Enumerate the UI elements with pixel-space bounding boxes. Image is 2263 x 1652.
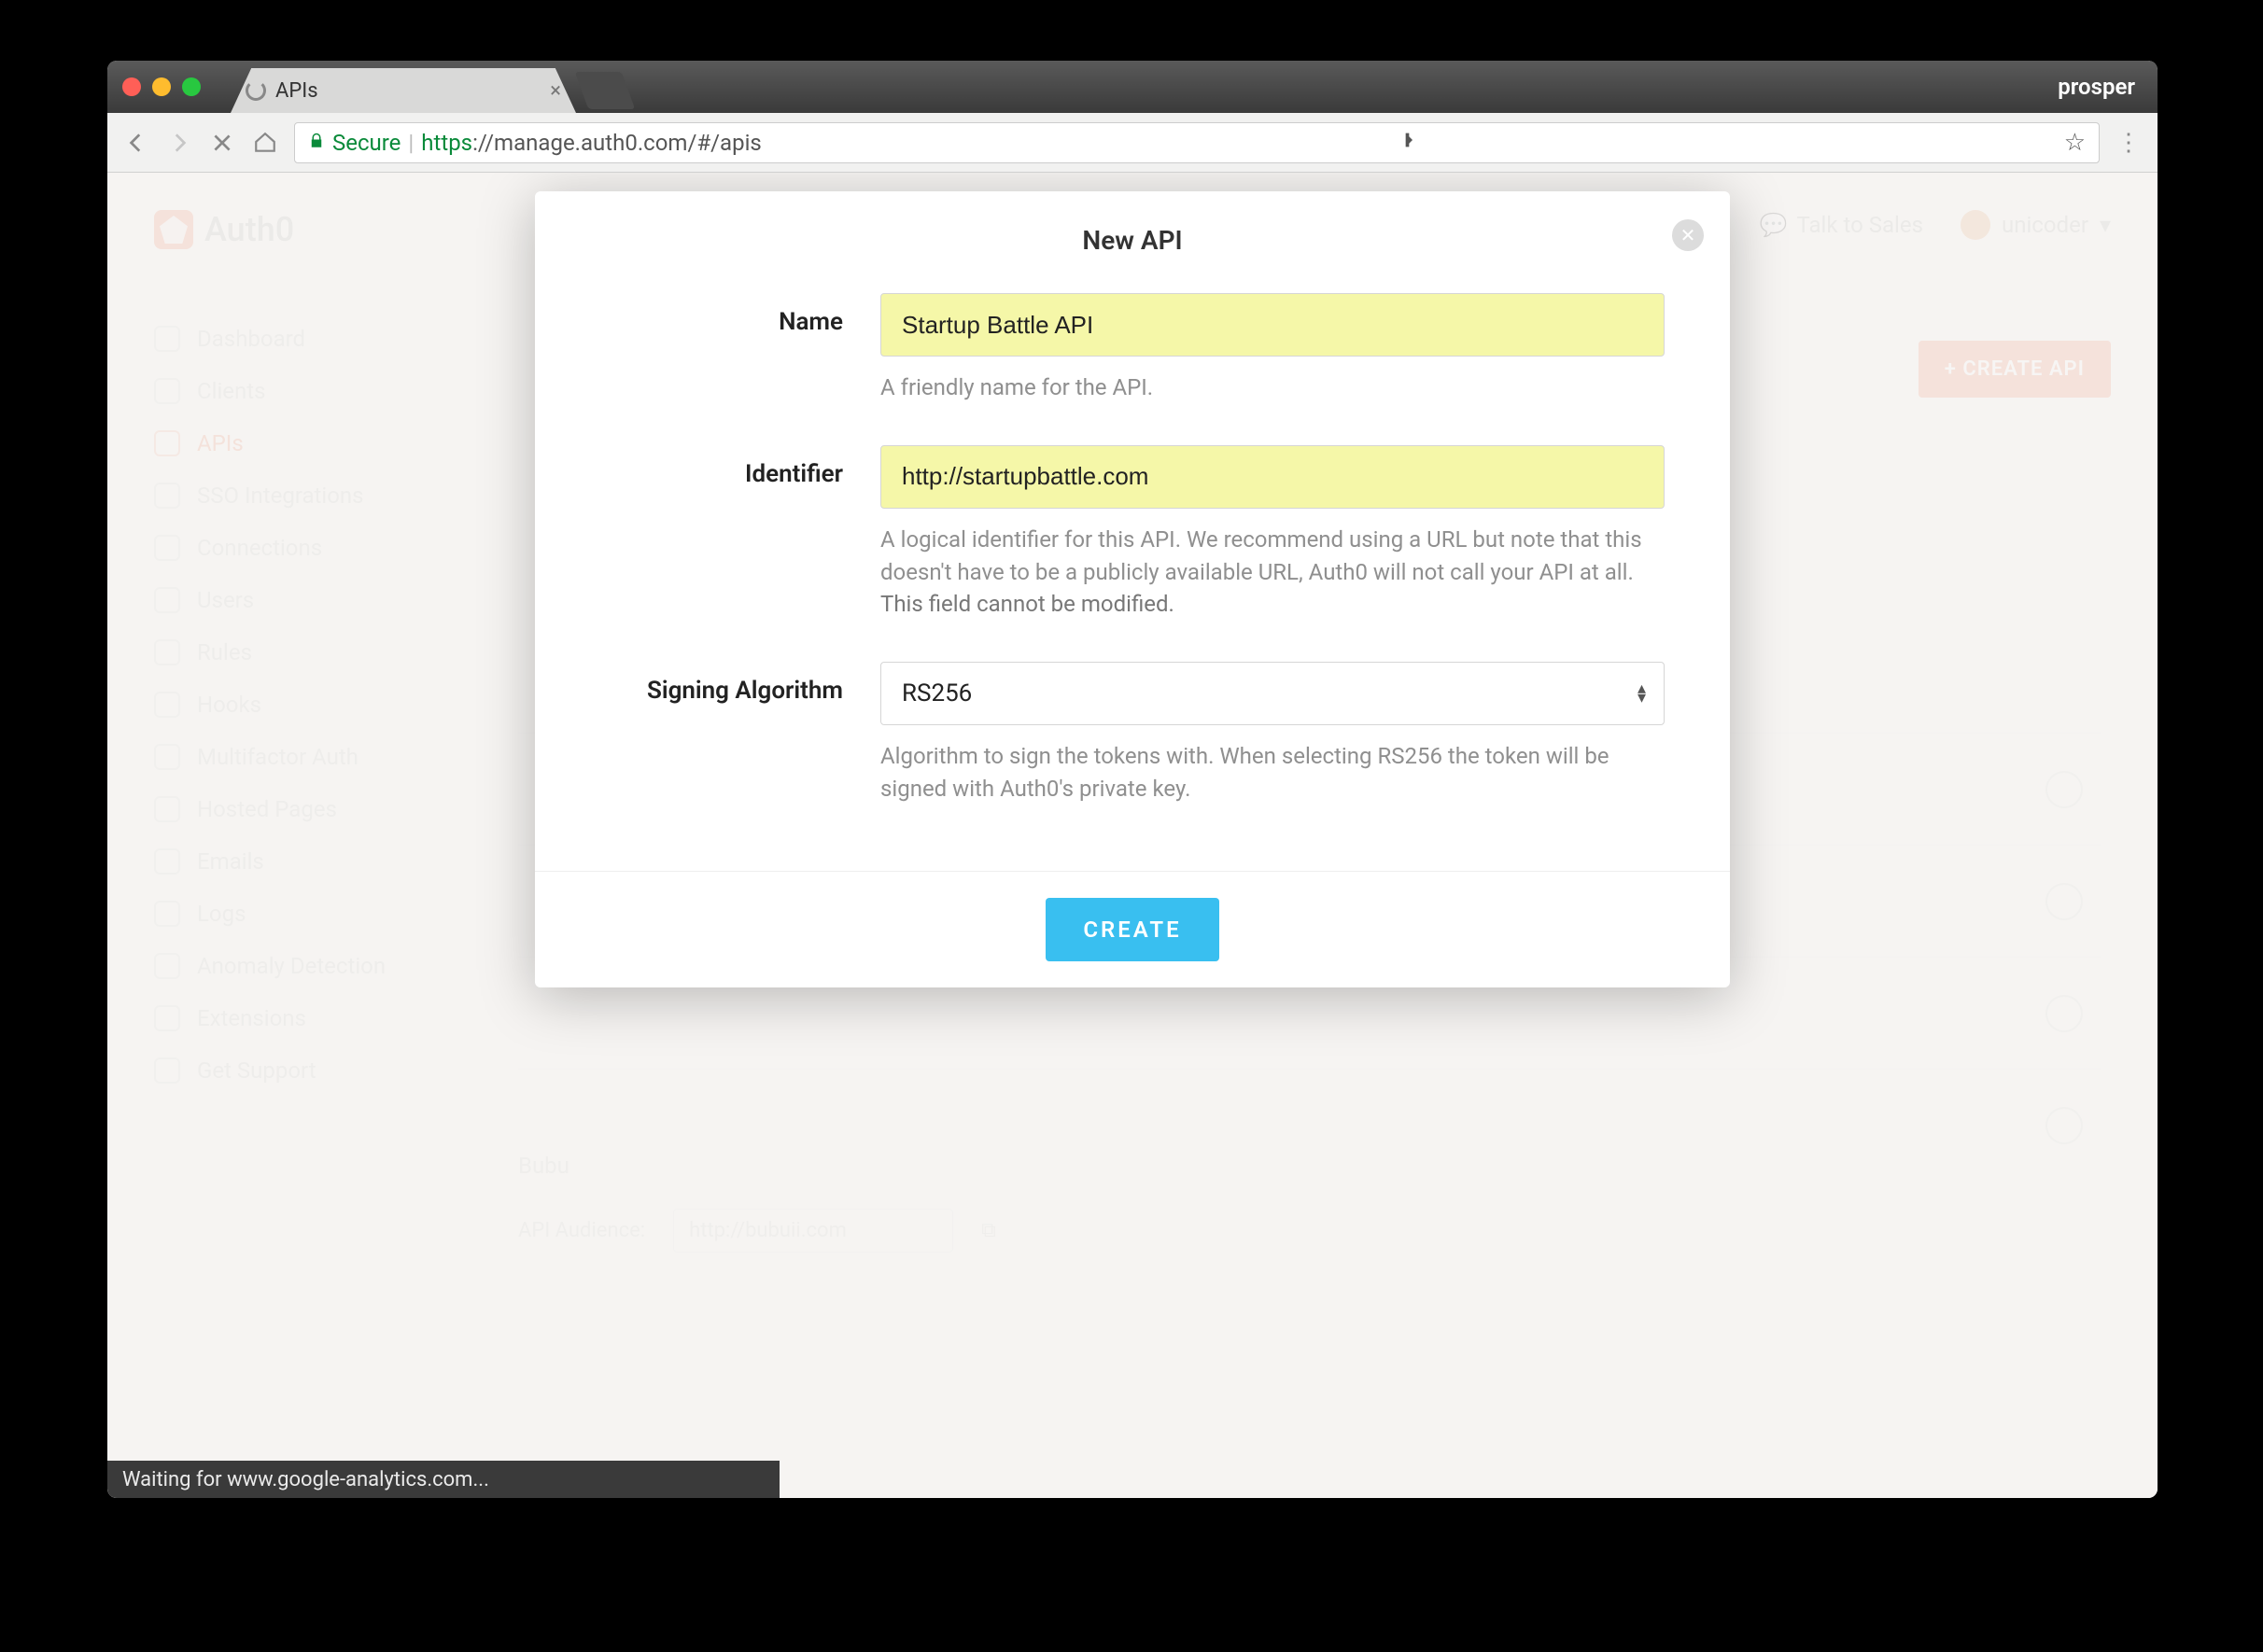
- browser-tab[interactable]: APIs ×: [231, 68, 576, 113]
- loading-spinner-icon: [246, 80, 266, 101]
- select-caret-icon: ▴▾: [1638, 684, 1646, 703]
- field-name: Name A friendly name for the API.: [600, 293, 1665, 404]
- browser-tabbar: APIs × prosper: [107, 61, 2158, 113]
- identifier-input[interactable]: [880, 445, 1665, 509]
- modal-body: Name A friendly name for the API. Identi…: [535, 284, 1730, 871]
- browser-window: APIs × prosper Secure | https://manage.a…: [107, 61, 2158, 1498]
- profile-menu-label[interactable]: prosper: [2058, 74, 2135, 100]
- browser-toolbar: Secure | https://manage.auth0.com/#/apis…: [107, 113, 2158, 173]
- forward-button: [165, 129, 193, 157]
- name-help: A friendly name for the API.: [880, 371, 1665, 404]
- tab-close-icon[interactable]: ×: [550, 79, 561, 103]
- algorithm-help: Algorithm to sign the tokens with. When …: [880, 740, 1665, 805]
- modal-title: New API: [535, 225, 1730, 256]
- close-icon: ✕: [1680, 224, 1696, 246]
- modal-close-button[interactable]: ✕: [1672, 219, 1704, 251]
- name-input[interactable]: [880, 293, 1665, 357]
- browser-menu-icon[interactable]: ⋮: [2115, 129, 2143, 157]
- window-close-icon[interactable]: [122, 77, 141, 96]
- algorithm-select[interactable]: RS256 ▴▾: [880, 662, 1665, 725]
- url-text: https://manage.auth0.com/#/apis: [421, 130, 762, 156]
- modal-footer: CREATE: [535, 871, 1730, 987]
- field-identifier: Identifier A logical identifier for this…: [600, 445, 1665, 621]
- bookmark-star-icon[interactable]: ☆: [2064, 129, 2086, 157]
- address-bar[interactable]: Secure | https://manage.auth0.com/#/apis…: [294, 122, 2100, 163]
- saved-password-icon[interactable]: [1402, 129, 1423, 157]
- back-button[interactable]: [122, 129, 150, 157]
- identifier-label: Identifier: [600, 445, 843, 488]
- new-api-modal: New API ✕ Name A friendly name for the A…: [535, 191, 1730, 987]
- field-algorithm: Signing Algorithm RS256 ▴▾ Algorithm to …: [600, 662, 1665, 805]
- window-minimize-icon[interactable]: [152, 77, 171, 96]
- stop-reload-button[interactable]: [208, 129, 236, 157]
- secure-label: Secure: [332, 130, 401, 156]
- status-bar: Waiting for www.google-analytics.com...: [107, 1461, 780, 1498]
- name-label: Name: [600, 293, 843, 336]
- algorithm-label: Signing Algorithm: [600, 662, 843, 705]
- home-button[interactable]: [251, 129, 279, 157]
- address-divider: |: [408, 130, 414, 156]
- algorithm-value: RS256: [902, 679, 972, 707]
- identifier-help: A logical identifier for this API. We re…: [880, 524, 1665, 621]
- lock-icon: [308, 132, 325, 154]
- page-viewport: Auth0 💬 Talk to Sales unicoder ▾ Dashboa…: [107, 173, 2158, 1498]
- tab-title: APIs: [275, 79, 318, 103]
- window-controls: [122, 77, 201, 96]
- modal-header: New API ✕: [535, 191, 1730, 284]
- new-tab-button[interactable]: [575, 72, 636, 109]
- window-zoom-icon[interactable]: [182, 77, 201, 96]
- create-button[interactable]: CREATE: [1046, 898, 1218, 961]
